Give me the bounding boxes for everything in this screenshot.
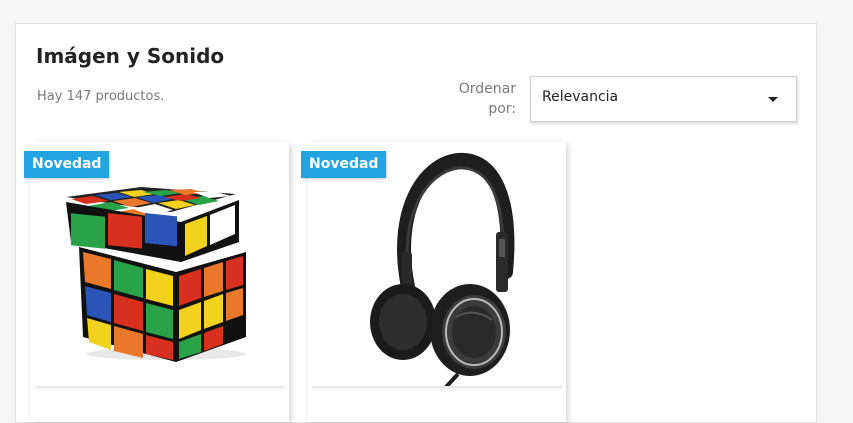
rubik-cube-image bbox=[66, 187, 246, 362]
card-divider bbox=[312, 386, 562, 390]
new-badge: Novedad bbox=[24, 151, 110, 178]
new-badge: Novedad bbox=[301, 151, 387, 178]
sort-label: Ordenar por: bbox=[458, 81, 516, 117]
caret-down-icon bbox=[768, 97, 778, 102]
headphones-image bbox=[370, 152, 515, 387]
product-card[interactable]: Novedad bbox=[24, 142, 289, 422]
sort-selected-value: Relevancia bbox=[542, 89, 619, 105]
sort-dropdown[interactable]: Relevancia bbox=[530, 76, 797, 122]
product-thumbnail[interactable] bbox=[308, 142, 566, 387]
category-title: Imágen y Sonido bbox=[36, 44, 225, 68]
product-count: Hay 147 productos. bbox=[37, 89, 165, 104]
category-panel: Imágen y Sonido Hay 147 productos. Orden… bbox=[15, 23, 817, 423]
product-card[interactable]: Novedad bbox=[301, 142, 566, 422]
product-thumbnail[interactable] bbox=[31, 142, 289, 387]
card-divider bbox=[35, 386, 285, 390]
